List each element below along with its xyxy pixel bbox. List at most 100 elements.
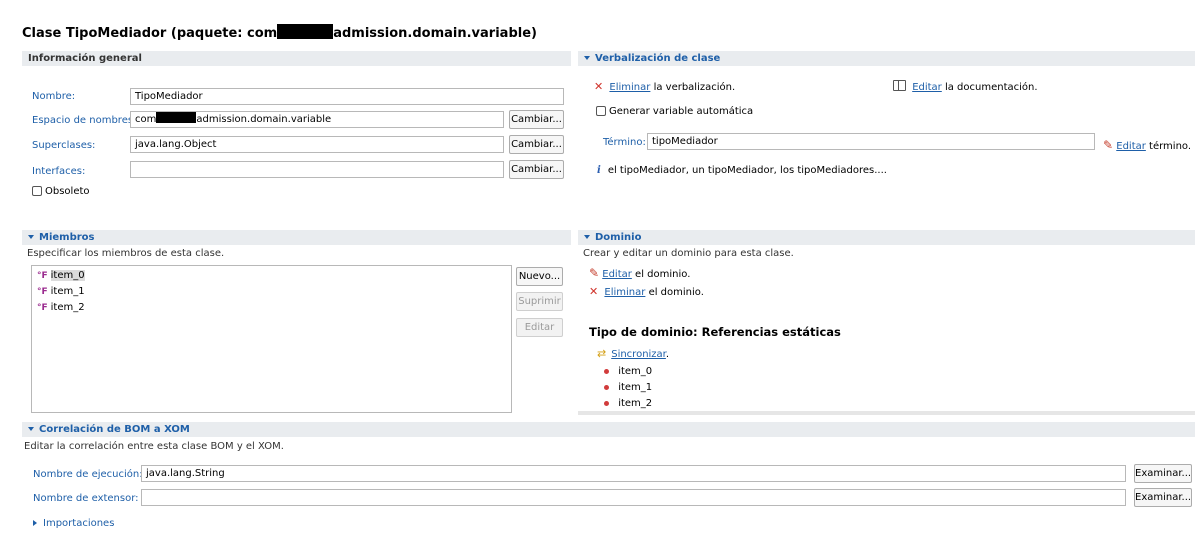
list-item: item_0 [604, 366, 652, 377]
verbalization-info-text: el tipoMediador, un tipoMediador, los ti… [607, 165, 887, 176]
member-field-icon: °F [37, 303, 48, 313]
pencil-icon: ✎ [589, 266, 600, 280]
edit-member-button[interactable]: Editar [516, 318, 563, 337]
bom-xom-section-header[interactable]: Correlación de BOM a XOM [22, 422, 1195, 437]
browse-extender-button[interactable]: Examinar... [1134, 488, 1192, 507]
domain-item-label: item_0 [618, 366, 653, 377]
delete-domain-text: el dominio. [645, 287, 704, 298]
edit-term-row: ✎ Editar término. [1103, 138, 1191, 152]
member-field-icon: °F [37, 287, 48, 297]
bullet-icon [604, 369, 609, 374]
namespace-suffix: admission.domain.variable [196, 114, 332, 125]
list-item[interactable]: °F item_1 [37, 285, 85, 299]
delete-member-button[interactable]: Suprimir [516, 292, 563, 311]
info-icon: i [597, 165, 601, 176]
edit-documentation-row: Editar la documentación. [893, 80, 1038, 93]
pencil-icon: ✎ [1103, 138, 1114, 152]
sync-suffix: . [665, 349, 670, 360]
term-field[interactable]: tipoMediador [647, 133, 1095, 150]
auto-variable-label: Generar variable automática [609, 106, 754, 117]
members-list[interactable]: °F item_0 °F item_1 °F item_2 [31, 265, 512, 413]
page-title: Clase TipoMediador (paquete: com admissio… [22, 24, 537, 41]
list-item-label: item_2 [50, 302, 85, 313]
interfaces-label: Interfaces: [32, 166, 86, 177]
superclasses-label: Superclases: [32, 140, 96, 151]
sync-icon: ⇄ [597, 347, 607, 360]
general-section-header: Información general [22, 51, 571, 66]
delete-x-icon: ✕ [589, 285, 599, 298]
change-interfaces-button[interactable]: Cambiar... [509, 160, 564, 179]
bullet-icon [604, 401, 609, 406]
browse-exec-button[interactable]: Examinar... [1134, 464, 1192, 483]
collapse-triangle-icon [28, 235, 34, 239]
new-member-button[interactable]: Nuevo... [516, 267, 563, 286]
interfaces-field[interactable] [130, 161, 504, 178]
imports-toggle[interactable]: Importaciones [33, 518, 114, 529]
bullet-icon [604, 385, 609, 390]
verbalization-header-label: Verbalización de clase [595, 53, 721, 64]
member-field-icon: °F [37, 271, 48, 281]
edit-term-text: término. [1145, 141, 1192, 152]
book-icon [893, 80, 906, 91]
exec-name-field[interactable]: java.lang.String [141, 465, 1126, 482]
sync-row: ⇄ Sincronizar. [597, 347, 669, 360]
general-header-label: Información general [28, 53, 142, 64]
list-item[interactable]: °F item_0 [37, 269, 85, 283]
change-superclasses-button[interactable]: Cambiar... [509, 135, 564, 154]
list-item: item_2 [604, 398, 652, 409]
extender-name-label: Nombre de extensor: [33, 493, 139, 504]
term-label: Término: [603, 137, 646, 148]
title-prefix: Clase TipoMediador (paquete: com [22, 26, 278, 41]
namespace-prefix: com [135, 114, 157, 125]
redaction-block [277, 24, 334, 39]
domain-description: Crear y editar un dominio para esta clas… [583, 248, 794, 259]
auto-variable-checkbox[interactable] [596, 106, 606, 116]
edit-domain-row: ✎ Editar el dominio. [589, 266, 690, 280]
members-section-header[interactable]: Miembros [22, 230, 571, 245]
delete-domain-link[interactable]: Eliminar [604, 287, 645, 298]
edit-domain-text: el dominio. [631, 269, 691, 280]
extender-name-field[interactable] [141, 489, 1126, 506]
members-description: Especificar los miembros de esta clase. [27, 248, 225, 259]
namespace-label: Espacio de nombres: [32, 115, 137, 126]
namespace-field[interactable]: com admission.domain.variable [130, 111, 504, 128]
delete-verbalization-link[interactable]: Eliminar [609, 82, 650, 93]
imports-label: Importaciones [43, 518, 115, 529]
edit-domain-link[interactable]: Editar [602, 269, 632, 280]
sync-link[interactable]: Sincronizar [611, 349, 666, 360]
delete-x-icon: ✕ [594, 80, 604, 93]
domain-type-title: Tipo de dominio: Referencias estáticas [589, 325, 841, 339]
list-item-label: item_0 [50, 270, 85, 281]
delete-verbalization-text: la verbalización. [650, 82, 736, 93]
edit-term-link[interactable]: Editar [1116, 141, 1146, 152]
list-item: item_1 [604, 382, 652, 393]
collapse-triangle-icon [28, 427, 34, 431]
name-field[interactable]: TipoMediador [130, 88, 564, 105]
domain-item-label: item_2 [618, 398, 653, 409]
verbalization-section-header[interactable]: Verbalización de clase [578, 51, 1195, 66]
change-namespace-button[interactable]: Cambiar... [509, 110, 564, 129]
exec-name-label: Nombre de ejecución: [33, 469, 143, 480]
edit-documentation-text: la documentación. [941, 82, 1038, 93]
delete-domain-row: ✕ Eliminar el dominio. [589, 285, 704, 298]
name-label: Nombre: [32, 91, 76, 102]
domain-scrollbar[interactable] [578, 411, 1195, 415]
bom-xom-description: Editar la correlación entre esta clase B… [24, 441, 284, 452]
obsolete-label: Obsoleto [45, 186, 90, 197]
domain-header-label: Dominio [595, 232, 642, 243]
members-header-label: Miembros [39, 232, 95, 243]
list-item[interactable]: °F item_2 [37, 301, 85, 315]
delete-verbalization-row: ✕ Eliminar la verbalización. [594, 80, 735, 93]
namespace-redaction [156, 112, 197, 123]
verbalization-info-row: i el tipoMediador, un tipoMediador, los t… [597, 165, 887, 176]
domain-section-header[interactable]: Dominio [578, 230, 1195, 245]
expand-triangle-icon [33, 520, 37, 526]
edit-documentation-link[interactable]: Editar [912, 82, 942, 93]
title-suffix: admission.domain.variable) [333, 26, 537, 41]
list-item-label: item_1 [50, 286, 85, 297]
obsolete-checkbox[interactable] [32, 186, 42, 196]
collapse-triangle-icon [584, 56, 590, 60]
bom-xom-header-label: Correlación de BOM a XOM [39, 424, 190, 435]
superclasses-field[interactable]: java.lang.Object [130, 136, 504, 153]
collapse-triangle-icon [584, 235, 590, 239]
